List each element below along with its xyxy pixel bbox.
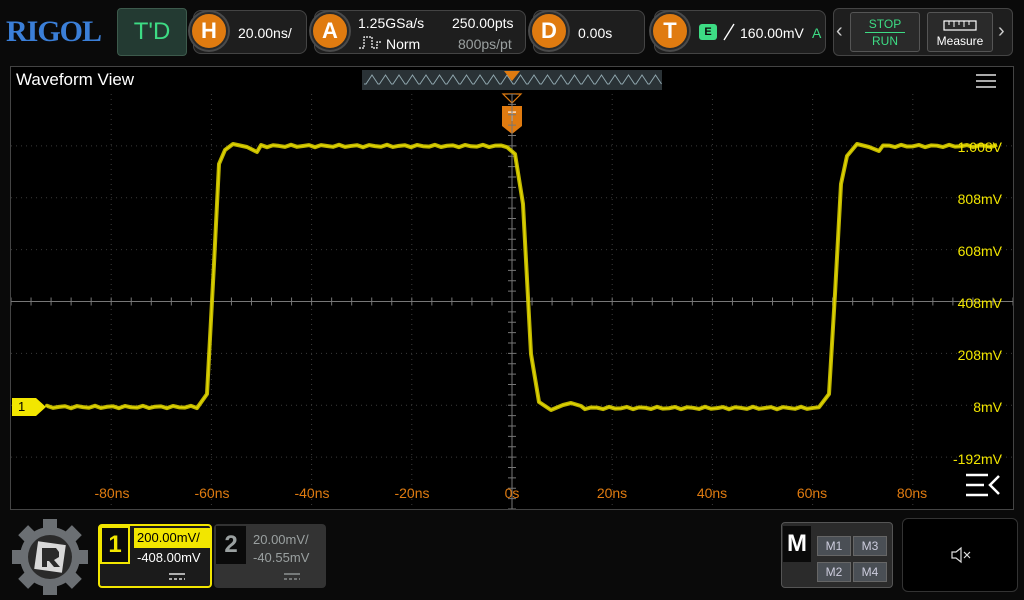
math-label: M	[783, 526, 811, 562]
stop-run-button[interactable]: STOP RUN	[850, 12, 920, 52]
y-label: 808mV	[957, 191, 1002, 207]
trigger-position-marker-top	[504, 71, 520, 81]
menu-icon[interactable]	[976, 74, 996, 88]
timebase-value: 20.00ns/	[238, 25, 292, 41]
channel2-offset: -40.55mV	[253, 550, 310, 565]
acquire-mode-icon	[359, 36, 381, 49]
x-label: -60ns	[194, 485, 230, 501]
y-label: 208mV	[957, 347, 1002, 363]
horizontal-badge[interactable]: H	[190, 12, 228, 50]
acquire-badge[interactable]: A	[311, 12, 349, 50]
trigger-level: 160.00mV	[740, 25, 804, 41]
channel1-scale: 200.00mV/	[134, 528, 210, 548]
channel1-trace	[45, 142, 998, 412]
channel1-number: 1	[100, 526, 130, 564]
y-label: 8mV	[973, 399, 1002, 415]
trigger-source-tag: E	[699, 24, 717, 40]
ruler-icon	[943, 20, 977, 31]
x-label: -80ns	[94, 485, 130, 501]
x-label: -40ns	[294, 485, 330, 501]
trigger-status-button[interactable]: T'D	[117, 8, 187, 56]
delay-value: 0.00s	[578, 25, 613, 41]
dc-coupling-icon	[284, 573, 300, 580]
measure-button[interactable]: Measure	[927, 12, 993, 52]
rigol-logo: RIGOL	[6, 15, 102, 48]
channel1-offset: -408.00mV	[137, 550, 201, 565]
waveform-grid	[11, 94, 1013, 509]
run-label: RUN	[872, 33, 898, 48]
stop-label: STOP	[868, 16, 902, 31]
x-label: 0s	[504, 485, 520, 501]
rising-edge-icon	[723, 23, 735, 41]
x-label: 60ns	[796, 485, 828, 501]
math-m1[interactable]: M1	[817, 536, 851, 556]
delay-badge[interactable]: D	[530, 12, 568, 50]
speaker-muted-icon[interactable]	[950, 546, 972, 564]
chevron-left-icon[interactable]: ‹	[836, 20, 843, 43]
y-label: 1.008V	[957, 139, 1002, 155]
measure-label: Measure	[936, 34, 984, 48]
sample-interval: 800ps/pt	[458, 36, 512, 52]
waveform-view-title: Waveform View	[16, 70, 135, 89]
y-label: 608mV	[957, 243, 1002, 259]
channel1-trace-highlight	[46, 143, 998, 411]
channel2-scale: 20.00mV/	[253, 532, 309, 547]
math-m3[interactable]: M3	[853, 536, 887, 556]
memory-depth: 250.00pts	[452, 15, 514, 31]
x-label: 40ns	[696, 485, 728, 501]
math-m2[interactable]: M2	[817, 562, 851, 582]
collapse-menu-icon[interactable]	[964, 472, 1002, 498]
y-label: 408mV	[957, 295, 1002, 311]
function-navigation-gear-icon[interactable]	[10, 518, 90, 596]
channel1-marker-label: 1	[18, 399, 26, 414]
chevron-right-icon[interactable]: ›	[998, 20, 1005, 43]
y-label: -192mV	[952, 451, 1002, 467]
math-m4[interactable]: M4	[853, 562, 887, 582]
x-label: 20ns	[596, 485, 628, 501]
channel2-number: 2	[216, 526, 246, 564]
dc-coupling-icon	[169, 573, 185, 580]
x-label: 80ns	[896, 485, 928, 501]
trigger-badge[interactable]: T	[651, 12, 689, 50]
acquire-mode: Norm	[386, 36, 421, 52]
trigger-sweep: A	[812, 25, 822, 41]
x-label: -20ns	[394, 485, 430, 501]
sample-rate: 1.25GSa/s	[358, 15, 425, 31]
